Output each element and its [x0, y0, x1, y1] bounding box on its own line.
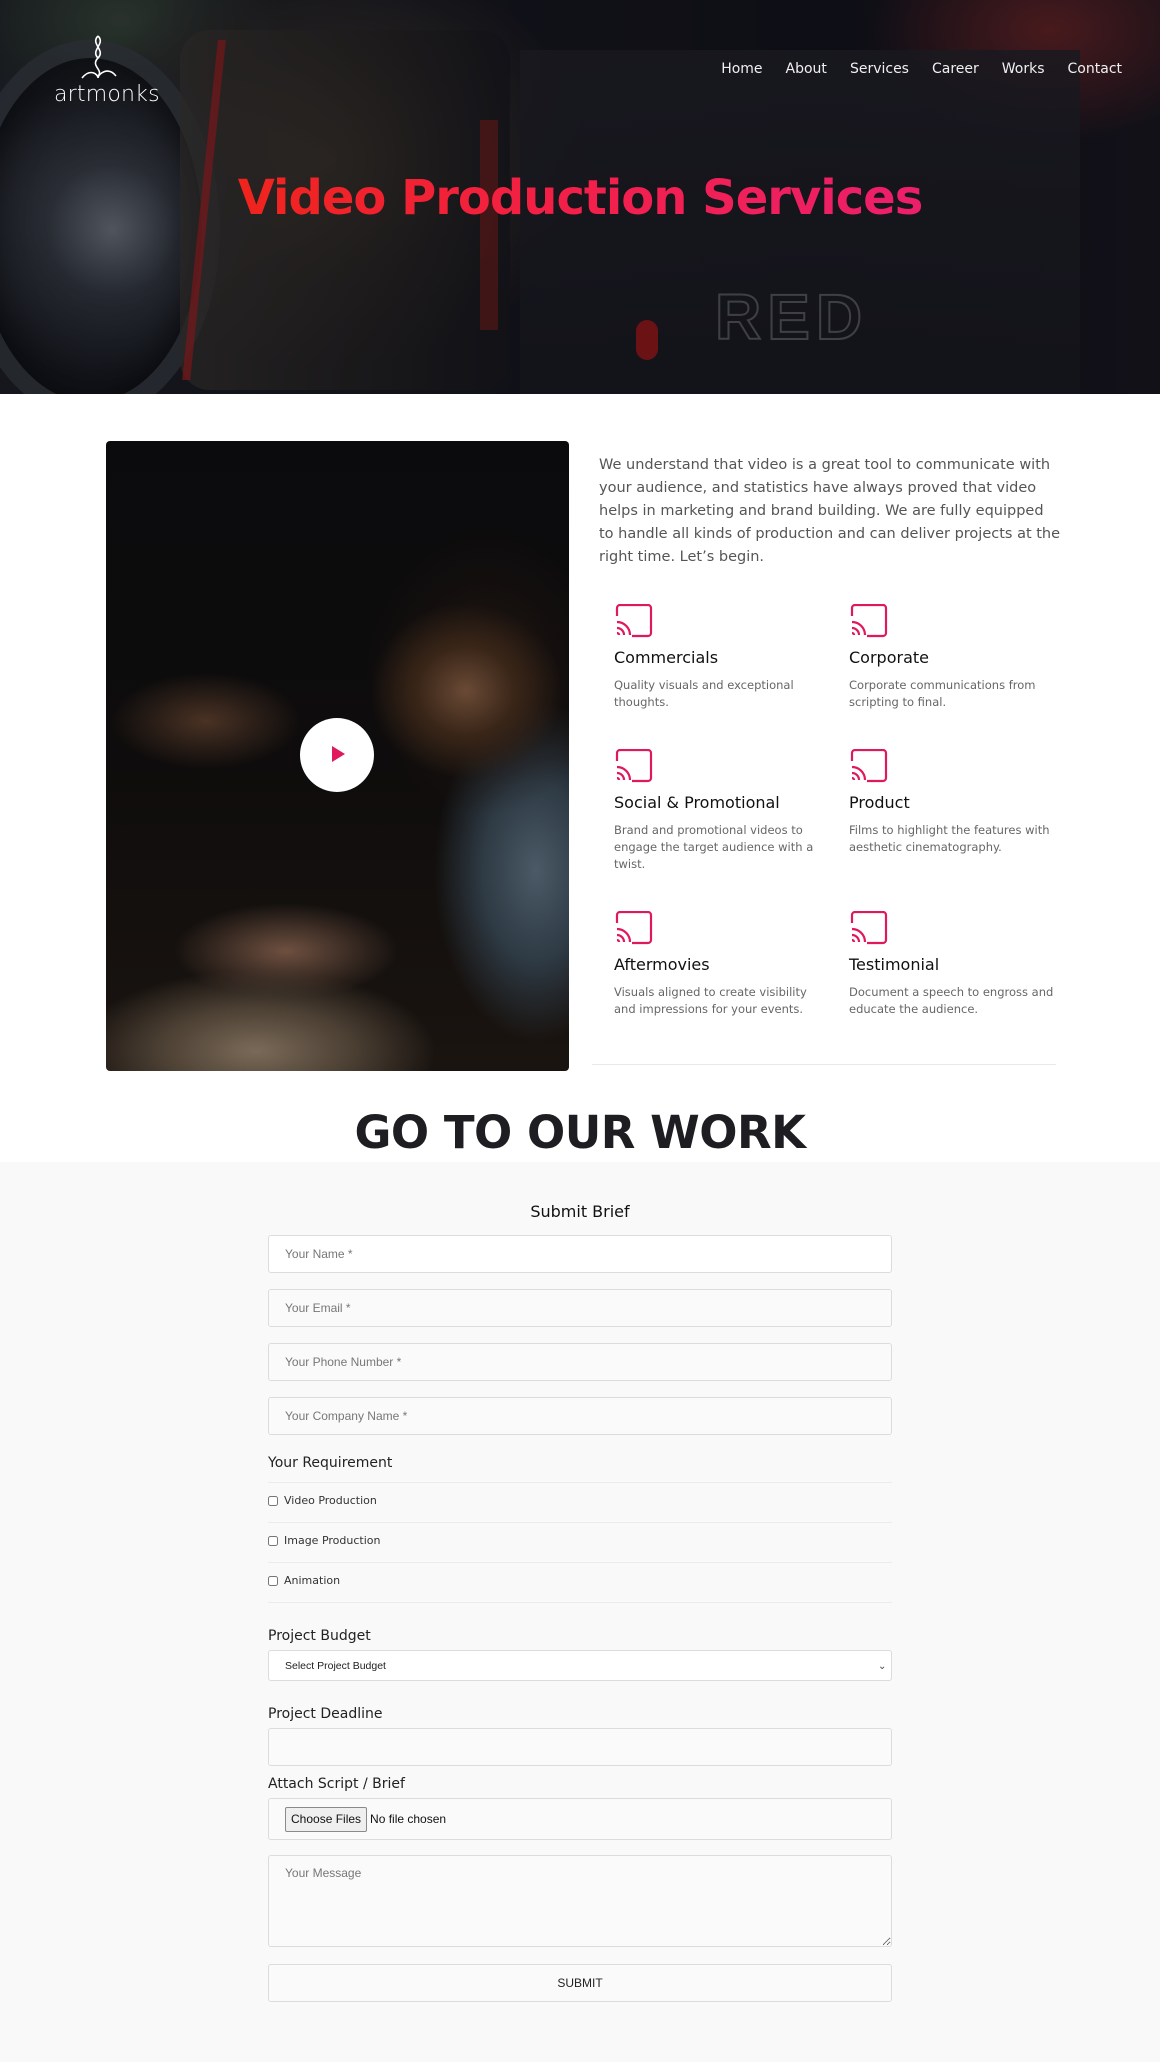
page-title: Video Production Services — [0, 170, 1160, 226]
video-production-checkbox[interactable] — [268, 1495, 278, 1506]
form-title: Submit Brief — [530, 1202, 630, 1221]
service-description: Films to highlight the features with aes… — [849, 823, 1050, 854]
service-corporate: Corporate Corporate communications from … — [849, 604, 1059, 711]
logo[interactable]: artmonks — [52, 34, 160, 114]
cast-icon — [615, 604, 653, 638]
phone-input[interactable] — [268, 1343, 892, 1381]
message-textarea[interactable] — [268, 1855, 892, 1947]
nav-career[interactable]: Career — [932, 61, 979, 77]
logo-text: artmonks — [54, 82, 160, 107]
service-title: Aftermovies — [614, 955, 710, 974]
service-description: Quality visuals and exceptional thoughts… — [614, 678, 794, 709]
service-description: Visuals aligned to create visibility and… — [614, 985, 807, 1016]
deadline-label: Project Deadline — [268, 1706, 383, 1722]
play-button[interactable] — [300, 718, 374, 792]
cast-icon — [615, 911, 653, 945]
image-production-checkbox[interactable] — [268, 1535, 278, 1546]
checkbox-label: Image Production — [284, 1534, 381, 1547]
service-description: Document a speech to engross and educate… — [849, 985, 1054, 1016]
attach-label: Attach Script / Brief — [268, 1776, 405, 1792]
services-divider — [592, 1064, 1056, 1065]
cast-icon — [850, 911, 888, 945]
service-title: Product — [849, 793, 910, 812]
nav-about[interactable]: About — [786, 61, 827, 77]
intro-text: We understand that video is a great tool… — [599, 457, 1061, 565]
video-thumbnail[interactable] — [106, 441, 569, 1071]
service-description: Brand and promotional videos to engage t… — [614, 823, 814, 871]
checkbox-label: Video Production — [284, 1494, 377, 1507]
page-title-text: Video Production Services — [237, 170, 924, 226]
service-title: Social & Promotional — [614, 793, 780, 812]
requirements-divider — [268, 1602, 892, 1603]
name-input[interactable] — [268, 1235, 892, 1273]
cast-icon — [850, 604, 888, 638]
file-input[interactable]: Choose Files No file chosen — [268, 1798, 892, 1840]
service-title: Corporate — [849, 648, 929, 667]
hero-banner: RED artmonks Home About Services Career … — [0, 0, 1160, 394]
work-link-heading[interactable]: GO TO OUR WORK — [0, 1106, 1160, 1159]
company-input[interactable] — [268, 1397, 892, 1435]
budget-label: Project Budget — [268, 1628, 371, 1644]
logo-lotus-icon — [81, 35, 117, 79]
play-icon — [332, 746, 345, 762]
service-description: Corporate communications from scripting … — [849, 678, 1036, 709]
requirement-animation[interactable]: Animation — [268, 1562, 892, 1602]
service-commercials: Commercials Quality visuals and exceptio… — [614, 604, 824, 711]
nav-services[interactable]: Services — [850, 61, 909, 77]
choose-files-button[interactable]: Choose Files — [285, 1806, 368, 1832]
animation-checkbox[interactable] — [268, 1575, 278, 1586]
deadline-input[interactable] — [268, 1728, 892, 1766]
service-title: Commercials — [614, 648, 719, 667]
service-testimonial: Testimonial Document a speech to engross… — [849, 911, 1059, 1018]
requirement-image-production[interactable]: Image Production — [268, 1522, 892, 1562]
nav-home[interactable]: Home — [721, 61, 762, 77]
cast-icon — [615, 749, 653, 783]
service-social-promotional: Social & Promotional Brand and promotion… — [614, 749, 824, 873]
submit-button[interactable]: SUBMIT — [268, 1964, 892, 2002]
service-title: Testimonial — [849, 955, 940, 974]
checkbox-label: Animation — [284, 1574, 341, 1587]
submit-brief-form: Submit Brief Your Requirement Video Prod… — [0, 1162, 1160, 2062]
nav-works[interactable]: Works — [1002, 61, 1045, 77]
requirement-video-production[interactable]: Video Production — [268, 1482, 892, 1522]
email-input[interactable] — [268, 1289, 892, 1327]
nav-contact[interactable]: Contact — [1068, 61, 1122, 77]
budget-select[interactable]: Select Project Budget — [268, 1650, 892, 1681]
service-product: Product Films to highlight the features … — [849, 749, 1059, 856]
requirement-label: Your Requirement — [268, 1455, 393, 1471]
main-nav: Home About Services Career Works Contact — [721, 61, 1122, 77]
file-status: No file chosen — [370, 1812, 447, 1826]
cast-icon — [850, 749, 888, 783]
service-aftermovies: Aftermovies Visuals aligned to create vi… — [614, 911, 824, 1018]
